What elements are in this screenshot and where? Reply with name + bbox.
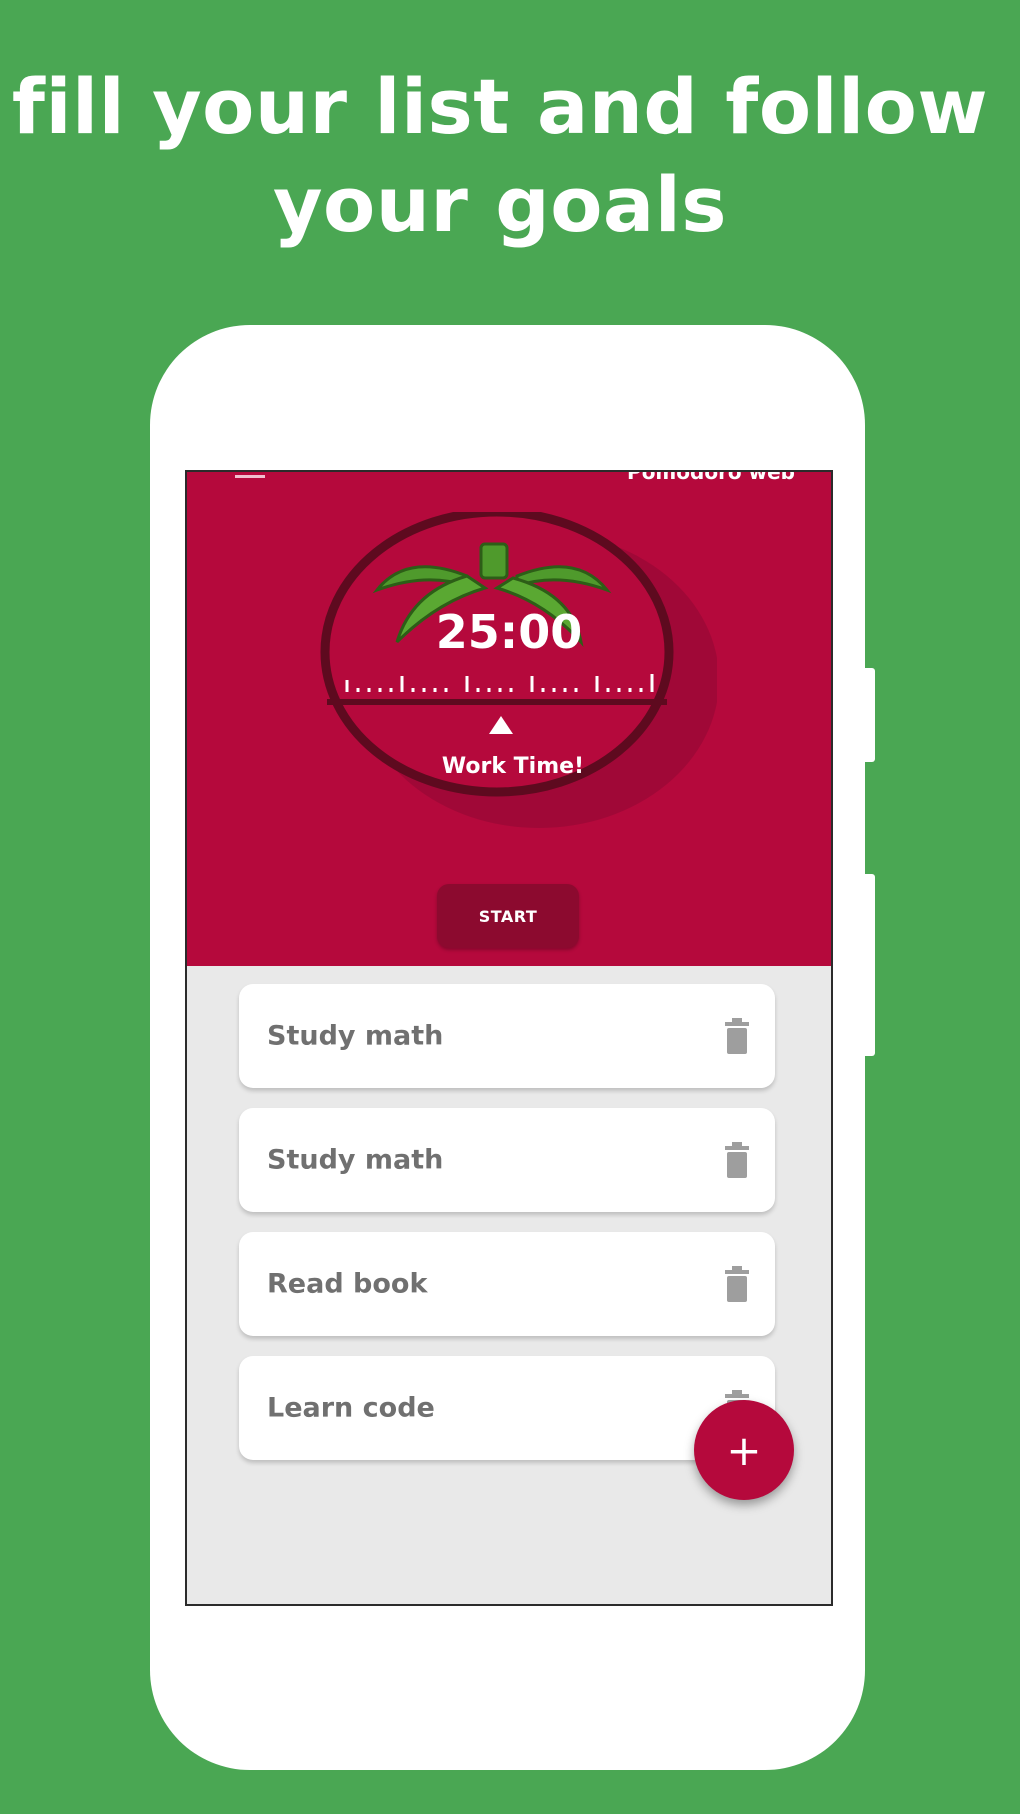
- app-header: Pomodoro web 25:00 Work Time! START: [187, 472, 831, 966]
- start-button[interactable]: START: [437, 884, 579, 948]
- headline-line-1: fill your list and follow: [11, 62, 989, 151]
- tomato-timer-icon: [320, 512, 717, 828]
- promo-headline: fill your list and follow your goals: [0, 58, 1000, 254]
- add-task-button[interactable]: +: [694, 1400, 794, 1500]
- task-label: Study math: [267, 1020, 444, 1052]
- task-label: Study math: [267, 1144, 444, 1176]
- trash-icon[interactable]: [723, 1018, 751, 1054]
- app-title: Pomodoro web: [627, 470, 795, 484]
- trash-icon[interactable]: [723, 1142, 751, 1178]
- timer-display: 25:00: [435, 605, 583, 659]
- list-item[interactable]: Study math: [239, 984, 775, 1088]
- mode-label: Work Time!: [441, 754, 585, 779]
- task-label: Learn code: [267, 1392, 435, 1424]
- task-label: Read book: [267, 1268, 428, 1300]
- phone-side-button-volume: [865, 874, 875, 1056]
- trash-icon[interactable]: [723, 1266, 751, 1302]
- list-item[interactable]: Read book: [239, 1232, 775, 1336]
- list-item[interactable]: Study math: [239, 1108, 775, 1212]
- phone-side-button-power: [865, 668, 875, 762]
- task-list: Study math Study math Read book Learn co…: [239, 984, 775, 1480]
- phone-screen: Pomodoro web 25:00 Work Time! START Stud…: [185, 470, 833, 1606]
- menu-icon[interactable]: [235, 472, 265, 480]
- headline-line-2: your goals: [273, 160, 727, 249]
